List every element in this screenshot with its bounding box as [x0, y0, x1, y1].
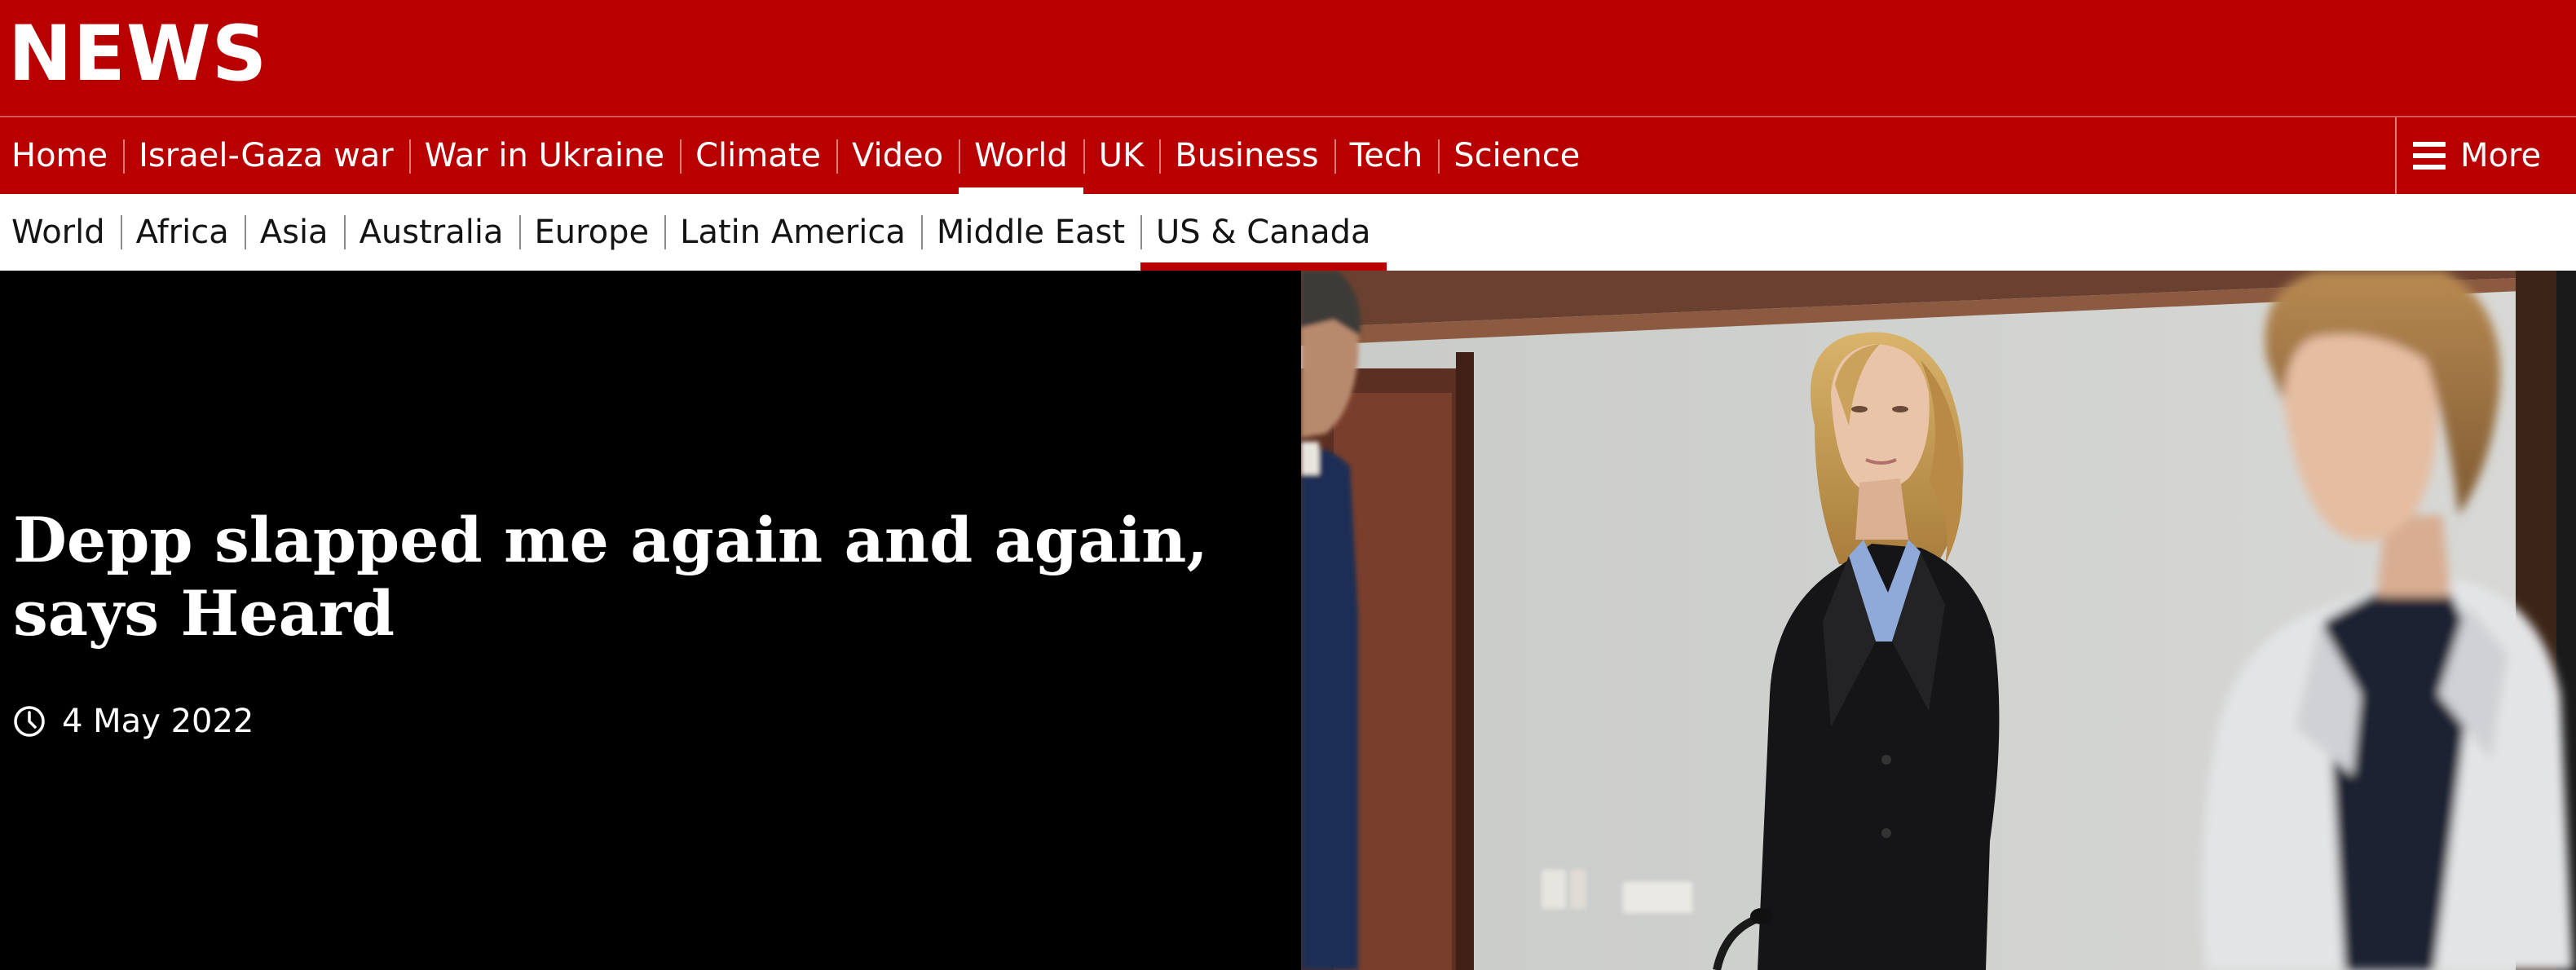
nav-item-world[interactable]: World	[959, 117, 1083, 194]
nav-item-climate[interactable]: Climate	[680, 117, 836, 194]
nav-item-israel-gaza-war[interactable]: Israel-Gaza war	[123, 117, 409, 194]
primary-nav-list: Home Israel-Gaza war War in Ukraine Clim…	[0, 117, 2576, 194]
nav-item-tech[interactable]: Tech	[1334, 117, 1439, 194]
nav-item-business[interactable]: Business	[1159, 117, 1334, 194]
subnav-item-middle-east[interactable]: Middle East	[920, 194, 1140, 271]
subnav-item-europe[interactable]: Europe	[518, 194, 665, 271]
article-hero: Depp slapped me again and again, says He…	[0, 271, 1301, 970]
subnav-item-latin-america[interactable]: Latin America	[664, 194, 921, 271]
article-date: 4 May 2022	[13, 703, 254, 740]
secondary-nav: World Africa Asia Australia Europe Latin…	[0, 194, 2576, 271]
hamburger-menu-icon	[2413, 142, 2446, 170]
more-menu-button[interactable]: More	[2395, 117, 2576, 194]
nav-item-science[interactable]: Science	[1438, 117, 1595, 194]
article-photo[interactable]	[1301, 271, 2576, 970]
clock-icon	[14, 706, 45, 737]
courtroom-photo-illustration	[1301, 271, 2576, 970]
article-headline[interactable]: Depp slapped me again and again, says He…	[13, 504, 1285, 650]
nav-item-uk[interactable]: UK	[1083, 117, 1160, 194]
primary-nav: Home Israel-Gaza war War in Ukraine Clim…	[0, 116, 2576, 194]
subnav-item-australia[interactable]: Australia	[343, 194, 519, 271]
subnav-item-world[interactable]: World	[0, 194, 121, 271]
nav-item-war-in-ukraine[interactable]: War in Ukraine	[408, 117, 680, 194]
nav-item-home[interactable]: Home	[0, 117, 123, 194]
article-date-text: 4 May 2022	[62, 703, 254, 740]
more-label: More	[2460, 137, 2542, 174]
subnav-item-us-canada[interactable]: US & Canada	[1140, 194, 1387, 271]
nav-item-video[interactable]: Video	[836, 117, 959, 194]
masthead: NEWS	[0, 0, 2576, 116]
subnav-item-asia[interactable]: Asia	[244, 194, 344, 271]
subnav-item-africa[interactable]: Africa	[120, 194, 245, 271]
news-logo[interactable]: NEWS	[8, 11, 267, 98]
secondary-nav-list: World Africa Asia Australia Europe Latin…	[0, 194, 2576, 271]
